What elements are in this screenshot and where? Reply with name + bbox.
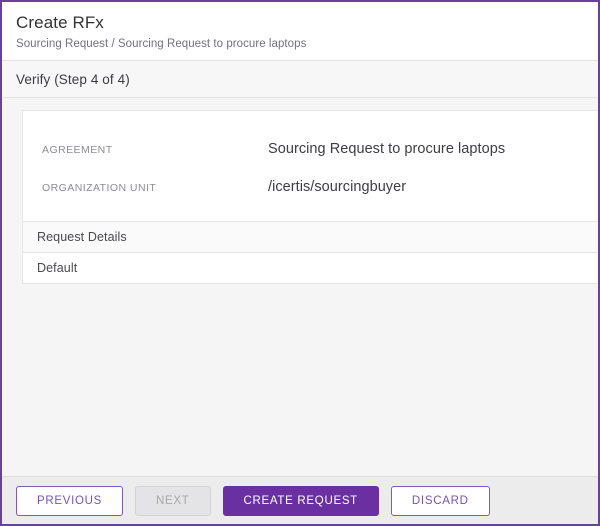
- verify-summary-card: AGREEMENT Sourcing Request to procure la…: [22, 110, 598, 284]
- breadcrumb: Sourcing Request / Sourcing Request to p…: [16, 37, 584, 52]
- action-footer: PREVIOUS NEXT CREATE REQUEST DISCARD: [2, 476, 598, 524]
- summary-row-agreement: AGREEMENT Sourcing Request to procure la…: [23, 141, 598, 157]
- content-area: AGREEMENT Sourcing Request to procure la…: [2, 98, 598, 476]
- summary-value-agreement: Sourcing Request to procure laptops: [268, 141, 505, 157]
- section-label-default: Default: [37, 261, 77, 275]
- summary-label-agreement: AGREEMENT: [23, 144, 268, 156]
- page-title: Create RFx: [16, 12, 584, 34]
- previous-button[interactable]: PREVIOUS: [16, 486, 123, 516]
- summary-row-organization-unit: ORGANIZATION UNIT /icertis/sourcingbuyer: [23, 179, 598, 195]
- create-rfx-window: Create RFx Sourcing Request / Sourcing R…: [0, 0, 600, 526]
- section-row-default[interactable]: Default: [23, 252, 598, 283]
- step-bar-label: Verify (Step 4 of 4): [16, 72, 130, 87]
- summary-label-organization-unit: ORGANIZATION UNIT: [23, 182, 268, 194]
- discard-button[interactable]: DISCARD: [391, 486, 490, 516]
- section-row-request-details[interactable]: Request Details: [23, 221, 598, 252]
- summary-fields: AGREEMENT Sourcing Request to procure la…: [23, 111, 598, 221]
- section-label-request-details: Request Details: [37, 230, 127, 244]
- summary-value-organization-unit: /icertis/sourcingbuyer: [268, 179, 406, 195]
- step-bar: Verify (Step 4 of 4): [2, 61, 598, 98]
- create-request-button[interactable]: CREATE REQUEST: [223, 486, 379, 516]
- next-button: NEXT: [135, 486, 210, 516]
- page-header: Create RFx Sourcing Request / Sourcing R…: [2, 2, 598, 61]
